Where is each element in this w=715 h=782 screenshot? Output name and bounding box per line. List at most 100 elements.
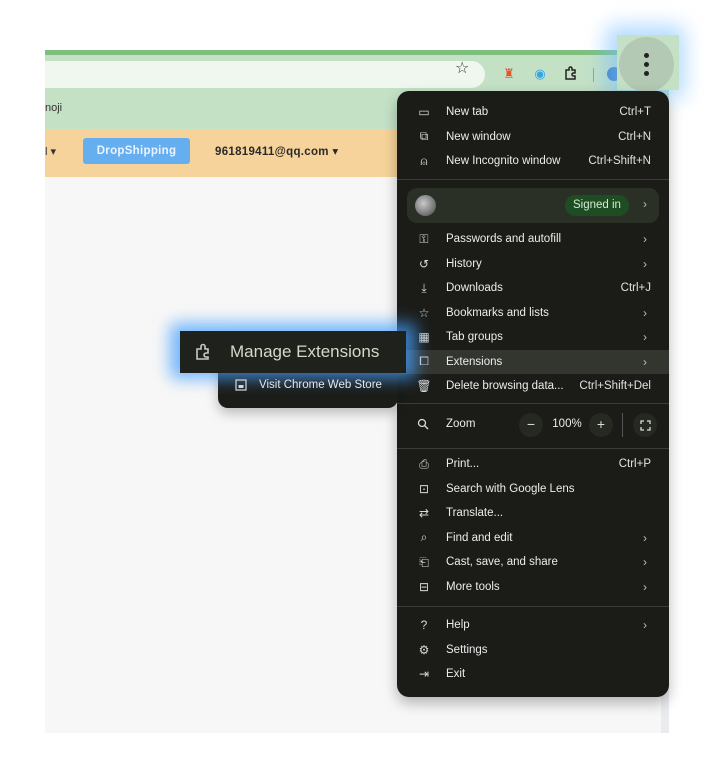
dropshipping-button[interactable]: DropShipping: [83, 138, 190, 164]
menu-item-label: Bookmarks and lists: [446, 306, 549, 319]
menu-item-cast-save-and-share[interactable]: ⎗ Cast, save, and share ›: [397, 550, 669, 574]
zoom-row: Zoom − 100% +: [397, 413, 669, 437]
bookmark-item[interactable]: noji: [45, 102, 62, 114]
menu-divider: [397, 403, 669, 404]
puzzle-icon: ⧠: [419, 354, 429, 368]
menu-item-exit[interactable]: ⇥ Exit: [397, 662, 669, 686]
keyboard-shortcut: Ctrl+J: [620, 282, 651, 294]
fullscreen-icon: [639, 419, 651, 431]
menu-item-print[interactable]: ⎙ Print... Ctrl+P: [397, 452, 669, 476]
menu-item-label: Tab groups: [446, 331, 503, 343]
chevron-right-icon: ›: [643, 579, 647, 594]
chevron-right-icon: ›: [643, 618, 647, 632]
profile-row[interactable]: Signed in ›: [407, 188, 659, 223]
menu-item-new-tab[interactable]: ▭ New tab Ctrl+T: [397, 100, 669, 124]
find-icon: ⌕: [420, 530, 428, 544]
incognito-icon: ⍝: [420, 153, 428, 168]
menu-item-new-window[interactable]: ⧉ New window Ctrl+N: [397, 125, 669, 149]
menu-item-label: Translate...: [446, 507, 504, 519]
keyboard-shortcut: Ctrl+N: [618, 130, 651, 143]
menu-item-bookmarks-and-lists[interactable]: ☆ Bookmarks and lists ›: [397, 301, 669, 325]
address-bar[interactable]: [45, 61, 485, 88]
keyboard-shortcut: Ctrl+Shift+Del: [579, 380, 651, 392]
chevron-right-icon: ›: [643, 530, 647, 545]
menu-item-label: Help: [446, 619, 470, 631]
cast-icon: ⎗: [419, 554, 429, 569]
zoom-label: Zoom: [446, 418, 476, 430]
browser-toolbar: ☆ ♜ ◉: [45, 55, 669, 92]
menu-item-find-and-edit[interactable]: ⌕ Find and edit ›: [397, 526, 669, 550]
zoom-separator: [622, 413, 623, 437]
menu-item-history[interactable]: ↺ History ›: [397, 252, 669, 276]
toolbox-icon: ⊟: [418, 579, 430, 594]
menu-item-label: Extensions: [446, 355, 503, 368]
menu-item-new-incognito-window[interactable]: ⍝ New Incognito window Ctrl+Shift+N: [397, 149, 669, 173]
menu-item-tab-groups[interactable]: ▦ Tab groups ›: [397, 325, 669, 349]
chevron-right-icon: ›: [643, 232, 647, 246]
menu-item-passwords-and-autofill[interactable]: ⚿ Passwords and autofill ›: [397, 227, 669, 251]
extensions-puzzle-icon[interactable]: [563, 66, 579, 82]
account-dropdown[interactable]: 961819411@qq.com ▾: [215, 144, 338, 158]
menu-item-label: Settings: [446, 643, 488, 656]
chevron-right-icon: ›: [643, 354, 647, 369]
manage-extensions-label: Manage Extensions: [230, 342, 380, 361]
more-options-button[interactable]: [619, 37, 674, 92]
web-store-icon: [235, 379, 247, 391]
nav-dropdown[interactable]: l ▾: [45, 145, 56, 158]
trash-icon: 🗑: [416, 379, 432, 393]
star-icon: ☆: [418, 305, 430, 320]
zoom-out-button[interactable]: −: [519, 413, 543, 437]
puzzle-icon: [196, 343, 209, 360]
extension-blue-circle-icon[interactable]: ◉: [532, 66, 548, 82]
menu-item-label: Print...: [446, 458, 480, 470]
menu-item-label: More tools: [446, 580, 500, 593]
fullscreen-button[interactable]: [633, 413, 657, 437]
zoom-magnifier-icon: [417, 418, 431, 432]
signed-in-badge: Signed in: [565, 195, 629, 216]
menu-item-label: New window: [446, 130, 511, 143]
chevron-right-icon: ›: [643, 197, 647, 211]
menu-divider: [397, 606, 669, 607]
menu-item-label: Passwords and autofill: [446, 233, 562, 245]
chrome-main-menu: ▭ New tab Ctrl+T ⧉ New window Ctrl+N ⍝ New Inco…: [397, 91, 669, 697]
menu-item-label: Find and edit: [446, 531, 513, 544]
keyboard-shortcut: Ctrl+Shift+N: [588, 155, 651, 167]
keyboard-shortcut: Ctrl+T: [619, 106, 651, 118]
menu-item-extensions[interactable]: ⧠ Extensions ›: [397, 349, 669, 374]
extension-red-figure-icon[interactable]: ♜: [501, 66, 517, 82]
menu-item-translate[interactable]: ⇄ Translate...: [397, 501, 669, 525]
menu-item-label: Exit: [446, 668, 466, 680]
tab-groups-icon: ▦: [418, 330, 430, 344]
menu-item-downloads[interactable]: ⤓ Downloads Ctrl+J: [397, 276, 669, 300]
download-icon: ⤓: [421, 280, 427, 295]
print-icon: ⎙: [419, 456, 429, 471]
manage-extensions-item[interactable]: Manage Extensions: [180, 331, 406, 373]
zoom-in-button[interactable]: +: [589, 413, 613, 437]
chevron-right-icon: ›: [643, 256, 647, 271]
settings-gear-icon: ⚙: [418, 642, 430, 657]
chevron-right-icon: ›: [643, 330, 647, 344]
menu-item-settings[interactable]: ⚙ Settings: [397, 638, 669, 662]
google-lens-icon: ⊡: [418, 481, 430, 496]
menu-divider: [397, 448, 669, 449]
menu-item-delete-browsing-data[interactable]: 🗑 Delete browsing data... Ctrl+Shift+Del: [397, 374, 669, 398]
visit-web-store-item[interactable]: Visit Chrome Web Store: [218, 375, 398, 397]
menu-item-label: Downloads: [446, 282, 503, 294]
help-icon: ?: [420, 618, 428, 632]
screenshot-stage: ☆ ♜ ◉ noji l ▾ DropShipping 961819411@qq…: [0, 0, 715, 782]
visit-web-store-label: Visit Chrome Web Store: [259, 379, 382, 391]
history-icon: ↺: [418, 256, 430, 271]
exit-icon: ⇥: [418, 667, 430, 681]
menu-divider: [397, 179, 669, 180]
menu-item-search-with-google-lens[interactable]: ⊡ Search with Google Lens: [397, 477, 669, 501]
zoom-level: 100%: [552, 418, 582, 430]
menu-item-label: Delete browsing data...: [446, 380, 564, 392]
menu-item-help[interactable]: ? Help ›: [397, 613, 669, 637]
menu-item-more-tools[interactable]: ⊟ More tools ›: [397, 575, 669, 599]
bookmark-star-icon[interactable]: ☆: [455, 61, 469, 77]
keyboard-shortcut: Ctrl+P: [618, 458, 651, 470]
chevron-right-icon: ›: [643, 305, 647, 320]
chevron-right-icon: ›: [643, 555, 647, 569]
translate-icon: ⇄: [418, 506, 430, 520]
menu-item-label: Search with Google Lens: [446, 482, 575, 495]
